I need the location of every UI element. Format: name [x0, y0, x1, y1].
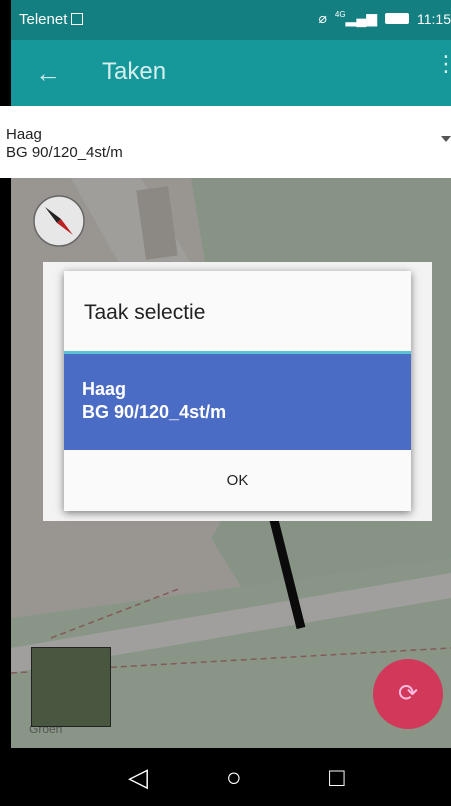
signal-icon: 4G▂▄▆ [334, 10, 377, 26]
task-option-code: BG 90/120_4st/m [82, 402, 227, 422]
overflow-menu-icon[interactable]: ⋮ [435, 53, 451, 75]
sim-icon [71, 13, 84, 25]
page-title: Taken [102, 58, 167, 85]
vibrate-icon: ⌀ [318, 10, 327, 26]
back-arrow-icon[interactable]: ← [35, 58, 61, 89]
task-option[interactable]: Haag BG 90/120_4st/m [64, 354, 411, 450]
app-bar: ← Taken ⋮ [11, 40, 451, 106]
task-name: Haag [6, 126, 42, 143]
status-bar: Telenet ⌀ 4G▂▄▆ 11:15 [11, 0, 451, 40]
carrier-label: Telenet [19, 11, 84, 28]
clock: 11:15 [417, 10, 451, 27]
nav-back-icon[interactable]: ◁ [128, 762, 148, 793]
nav-home-icon[interactable]: ○ [226, 762, 242, 793]
system-nav-bar: ◁ ○ □ [11, 748, 451, 806]
task-selector[interactable]: Haag BG 90/120_4st/m [0, 106, 451, 178]
refresh-icon: ⟳ [397, 680, 419, 707]
refresh-button[interactable]: ⟳ [373, 659, 443, 729]
dropdown-arrow-icon[interactable] [441, 136, 451, 142]
status-icons: ⌀ 4G▂▄▆ 11:15 [318, 10, 451, 27]
dialog-title: Taak selectie [84, 301, 206, 324]
nav-recent-icon[interactable]: □ [329, 762, 345, 793]
task-option-name: Haag [82, 379, 127, 399]
ok-button[interactable]: OK [64, 450, 411, 511]
compass-icon[interactable] [31, 193, 87, 249]
task-selection-dialog: Taak selectie Haag BG 90/120_4st/m OK [64, 271, 411, 511]
satellite-thumbnail[interactable] [31, 647, 111, 727]
battery-icon [385, 13, 409, 24]
task-code: BG 90/120_4st/m [6, 144, 123, 161]
